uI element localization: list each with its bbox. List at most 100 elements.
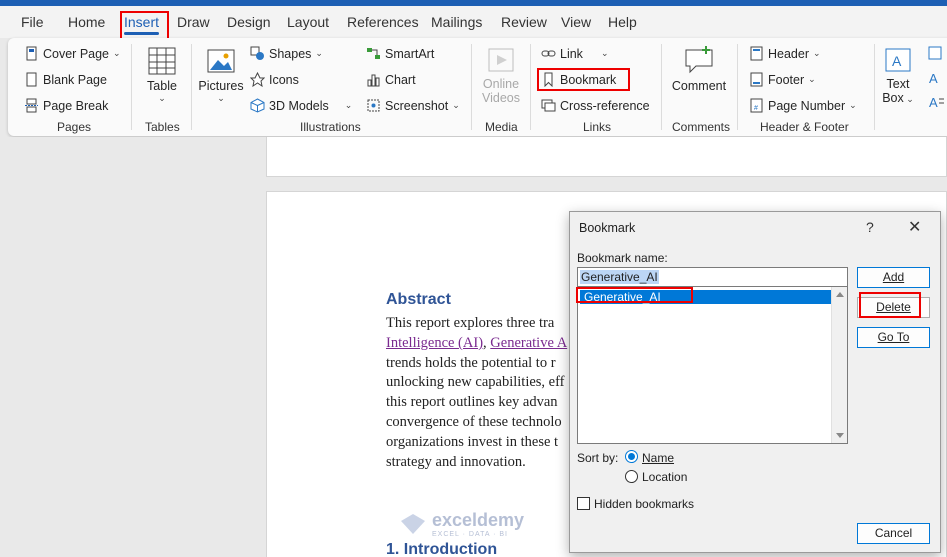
quick-parts-icon[interactable] (928, 46, 944, 62)
tab-layout[interactable]: Layout (287, 14, 329, 30)
watermark: exceldemy EXCEL · DATA · BI (400, 510, 524, 538)
hyperlink-generative-ai[interactable]: Generative A (490, 335, 567, 351)
blank-page-icon (26, 72, 37, 87)
sort-location-label: Location (642, 470, 688, 484)
chevron-down-icon: ⌄ (344, 100, 353, 110)
cancel-button[interactable]: Cancel (857, 523, 930, 544)
footer-button[interactable]: Footer ⌄ (749, 72, 816, 87)
delete-button[interactable]: Delete (857, 297, 930, 318)
page-number-icon: # (750, 98, 763, 113)
bookmark-name-label: Bookmark name: (577, 251, 668, 265)
group-label-links: Links (583, 120, 612, 134)
sort-name-label: Name (642, 451, 675, 465)
chevron-down-icon: ⌄ (813, 48, 821, 58)
comment-icon (685, 46, 713, 74)
tab-file[interactable]: File (21, 14, 44, 30)
tab-draw[interactable]: Draw (177, 14, 210, 30)
cross-reference-button[interactable]: Cross-reference (541, 98, 650, 113)
sort-by-label: Sort by: (577, 451, 619, 465)
chart-button[interactable]: Chart (366, 72, 416, 87)
hidden-bookmarks-label: Hidden bookmarks (594, 497, 695, 511)
tab-help[interactable]: Help (608, 14, 637, 30)
comment-button[interactable]: Comment (668, 44, 730, 93)
group-label-header-footer: Header & Footer (760, 120, 849, 134)
bookmark-button[interactable]: Bookmark (541, 72, 616, 87)
group-divider (471, 44, 472, 130)
shapes-button[interactable]: Shapes ⌄ (250, 46, 323, 61)
page-number-button[interactable]: # Page Number ⌄ (749, 98, 857, 113)
tab-design[interactable]: Design (227, 14, 271, 30)
wordart-icon[interactable]: A (928, 70, 944, 86)
group-label-pages: Pages (57, 120, 92, 134)
3d-models-label: 3D Models (269, 98, 329, 113)
introduction-heading: 1. Introduction (386, 541, 498, 557)
online-video-icon (488, 48, 514, 72)
chevron-down-icon: ⌄ (158, 93, 166, 103)
cover-page-button[interactable]: Cover Page ⌄ (24, 46, 121, 61)
bookmark-list[interactable]: Generative_AI (577, 286, 848, 444)
blank-page-button[interactable]: Blank Page (24, 72, 107, 87)
scroll-down-icon[interactable] (836, 433, 844, 438)
screenshot-button[interactable]: Screenshot ⌄ (366, 98, 460, 113)
add-button[interactable]: Add (857, 267, 930, 288)
smartart-button[interactable]: SmartArt (366, 46, 434, 61)
close-icon[interactable]: ✕ (908, 217, 921, 237)
header-icon (750, 46, 763, 61)
tab-references[interactable]: References (347, 14, 419, 30)
hyperlink-ai[interactable]: Intelligence (AI) (386, 335, 483, 351)
tab-review[interactable]: Review (501, 14, 547, 30)
ribbon: Cover Page ⌄ Blank Page Page Break Pages … (8, 38, 947, 136)
cross-reference-icon (541, 99, 556, 112)
scrollbar[interactable] (831, 287, 847, 443)
screenshot-icon (367, 99, 380, 112)
tab-mailings[interactable]: Mailings (431, 14, 482, 30)
group-divider (530, 44, 531, 130)
online-videos-label-2: Videos (482, 91, 520, 105)
link-icon (541, 50, 556, 57)
abstract-heading: Abstract (386, 291, 451, 308)
bookmark-name-input[interactable]: Generative_AI (577, 267, 848, 287)
text-box-icon: A (885, 48, 911, 72)
online-videos-label-1: Online (482, 77, 520, 91)
hidden-bookmarks-checkbox[interactable] (577, 497, 590, 510)
svg-text:A: A (929, 95, 938, 110)
sort-name-radio[interactable] (625, 450, 638, 463)
dialog-title: Bookmark (579, 221, 636, 235)
bookmark-label: Bookmark (560, 72, 617, 87)
scroll-up-icon[interactable] (836, 292, 844, 297)
shapes-icon (250, 46, 264, 60)
page-break-button[interactable]: Page Break (24, 98, 108, 113)
page-break-label: Page Break (43, 98, 109, 113)
pictures-button[interactable]: Pictures ⌄ (198, 46, 244, 104)
link-button[interactable]: Link ⌄ (541, 46, 608, 61)
chart-label: Chart (385, 72, 416, 87)
text-box-button[interactable]: A Text Box ⌄ (880, 46, 916, 105)
online-videos-button[interactable]: Online Videos (480, 46, 522, 105)
comment-label: Comment (671, 79, 727, 93)
header-button[interactable]: Header ⌄ (749, 46, 821, 61)
list-item[interactable]: Generative_AI (580, 290, 832, 304)
ribbon-tabs: File Home Insert Draw Design Layout Refe… (0, 6, 947, 38)
chevron-down-icon: ⌄ (600, 48, 609, 58)
icons-button[interactable]: Icons (250, 72, 299, 87)
tab-insert[interactable]: Insert (124, 14, 160, 35)
header-label: Header (768, 46, 809, 61)
watermark-name: exceldemy (432, 510, 525, 530)
drop-cap-icon[interactable]: A (928, 94, 944, 110)
tab-home[interactable]: Home (68, 14, 105, 30)
help-button[interactable]: ? (866, 219, 874, 235)
go-to-button[interactable]: Go To (857, 327, 930, 348)
sort-location-radio[interactable] (625, 470, 638, 483)
svg-text:#: # (754, 105, 758, 112)
tab-view[interactable]: View (561, 14, 591, 30)
3d-models-button[interactable]: 3D Models ⌄ (250, 98, 352, 113)
document-line: convergence of these technolo (386, 414, 562, 430)
svg-text:A: A (892, 53, 902, 69)
document-line: trends holds the potential to r (386, 355, 556, 371)
blank-page-label: Blank Page (43, 72, 107, 87)
cube-icon (250, 98, 265, 113)
chevron-down-icon: ⌄ (217, 93, 225, 103)
table-button[interactable]: Table ⌄ (144, 46, 180, 104)
document-line: organizations invest in these t (386, 434, 559, 450)
document-line: this report outlines key advan (386, 394, 558, 410)
